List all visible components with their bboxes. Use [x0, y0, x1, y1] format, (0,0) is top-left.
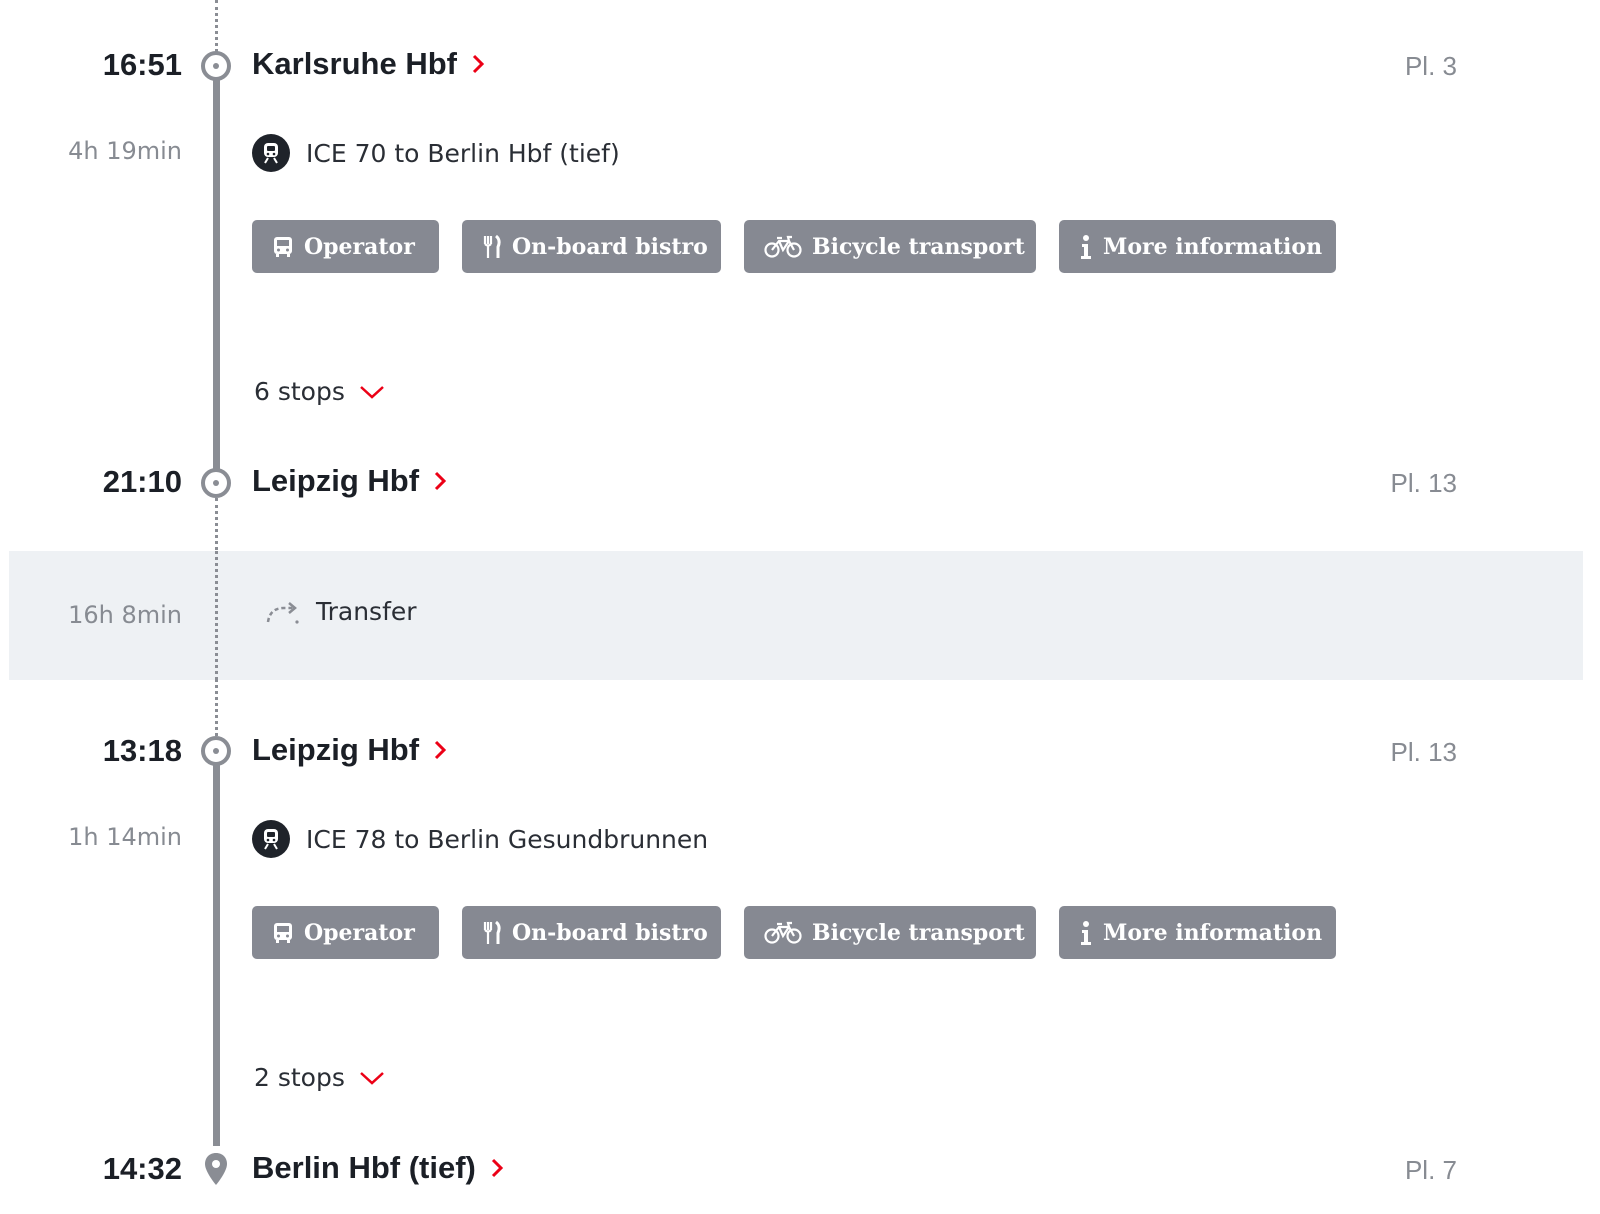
- chevron-right-icon: [491, 1158, 503, 1178]
- destination-pin-icon: [205, 1153, 227, 1185]
- bicycle-transport-button[interactable]: Bicycle transport: [744, 220, 1036, 273]
- arrival-time: 14:32: [102, 1151, 182, 1186]
- chip-label: More information: [1103, 233, 1323, 260]
- chevron-down-icon: [360, 1071, 384, 1085]
- bicycle-icon: [764, 235, 802, 258]
- station-name: Leipzig Hbf: [252, 463, 420, 498]
- chip-label: On-board bistro: [512, 919, 708, 946]
- chevron-right-icon: [434, 740, 447, 760]
- bus-icon: [274, 236, 292, 257]
- on-board-bistro-button[interactable]: On-board bistro: [462, 906, 721, 959]
- train-icon: [252, 134, 290, 172]
- leg-duration: 1h 14min: [68, 823, 182, 851]
- transfer-info: Transfer: [264, 597, 417, 626]
- train-info: ICE 70 to Berlin Hbf (tief): [252, 134, 620, 172]
- departure-time: 16:51: [102, 47, 182, 82]
- timeline-segment-leg2: [213, 762, 220, 1146]
- transfer-icon: [266, 601, 299, 624]
- bicycle-icon: [764, 921, 802, 944]
- leg-duration: 4h 19min: [68, 137, 182, 165]
- platform: Pl. 13: [1390, 737, 1458, 767]
- timeline-segment-leg1: [213, 80, 220, 472]
- transfer-section: [9, 551, 1583, 680]
- transfer-label: Transfer: [316, 597, 417, 626]
- operator-button[interactable]: Operator: [252, 906, 439, 959]
- operator-button[interactable]: Operator: [252, 220, 439, 273]
- train-icon: [252, 820, 290, 858]
- station-link-arrival[interactable]: Leipzig Hbf: [252, 463, 447, 499]
- station-name: Berlin Hbf (tief): [252, 1150, 476, 1185]
- transfer-duration: 16h 8min: [68, 601, 182, 629]
- stops-toggle[interactable]: 2 stops: [254, 1063, 385, 1092]
- service-chips: Operator On-board bistro Bicycle transpo…: [252, 220, 1336, 273]
- departure-time: 13:18: [102, 733, 182, 768]
- chip-label: More information: [1103, 919, 1323, 946]
- arrival-time: 21:10: [102, 464, 182, 499]
- station-link-departure[interactable]: Leipzig Hbf: [252, 732, 447, 768]
- info-icon: [1081, 234, 1091, 259]
- chip-label: On-board bistro: [512, 233, 708, 260]
- more-information-button[interactable]: More information: [1059, 220, 1336, 273]
- fork-knife-icon: [483, 234, 501, 258]
- chevron-down-icon: [360, 385, 384, 399]
- chip-label: Operator: [304, 233, 415, 260]
- info-icon: [1081, 920, 1091, 945]
- chevron-right-icon: [472, 54, 485, 74]
- station-node: [201, 51, 231, 81]
- fork-knife-icon: [483, 920, 501, 944]
- platform: Pl. 3: [1404, 51, 1457, 81]
- station-node: [201, 468, 231, 498]
- train-label: ICE 70 to Berlin Hbf (tief): [306, 138, 620, 168]
- stops-label: 2 stops: [254, 1063, 345, 1092]
- more-information-button[interactable]: More information: [1059, 906, 1336, 959]
- station-name: Leipzig Hbf: [252, 732, 420, 767]
- on-board-bistro-button[interactable]: On-board bistro: [462, 220, 721, 273]
- chevron-right-icon: [434, 471, 447, 491]
- chip-label: Bicycle transport: [812, 919, 1025, 946]
- chip-label: Operator: [304, 919, 415, 946]
- station-name: Karlsruhe Hbf: [252, 46, 457, 81]
- station-link-arrival[interactable]: Berlin Hbf (tief): [252, 1150, 504, 1186]
- service-chips: Operator On-board bistro Bicycle transpo…: [252, 906, 1336, 959]
- train-info: ICE 78 to Berlin Gesundbrunnen: [252, 820, 708, 858]
- station-node: [201, 736, 231, 766]
- station-link-departure[interactable]: Karlsruhe Hbf: [252, 46, 485, 82]
- timeline-dotted-top: [215, 0, 218, 52]
- platform: Pl. 7: [1404, 1155, 1457, 1185]
- chip-label: Bicycle transport: [812, 233, 1025, 260]
- train-label: ICE 78 to Berlin Gesundbrunnen: [306, 824, 709, 854]
- platform: Pl. 13: [1390, 468, 1458, 498]
- bus-icon: [274, 922, 292, 943]
- bicycle-transport-button[interactable]: Bicycle transport: [744, 906, 1036, 959]
- stops-label: 6 stops: [254, 377, 345, 406]
- stops-toggle[interactable]: 6 stops: [254, 377, 385, 406]
- timeline-dotted-transfer-overlay: [215, 551, 218, 680]
- journey-details: 16:51 Karlsruhe Hbf Pl. 3 4h 19min ICE 7…: [0, 0, 1600, 1214]
